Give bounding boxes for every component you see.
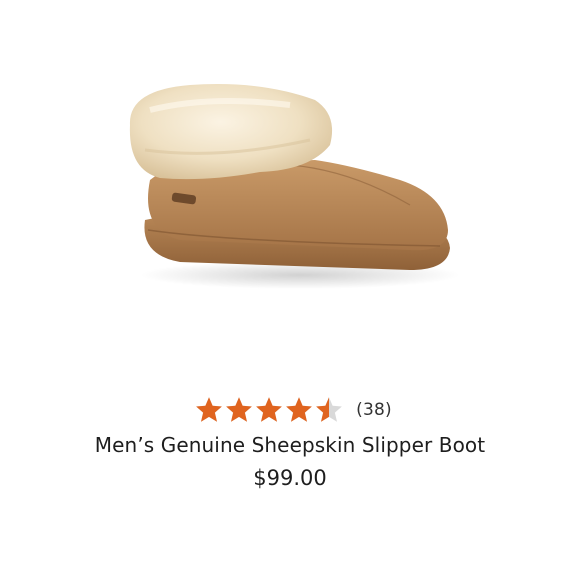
star-rating — [194, 395, 344, 425]
product-image[interactable] — [110, 70, 470, 310]
star-icon — [226, 397, 253, 422]
product-card[interactable]: (38) Men’s Genuine Sheepskin Slipper Boo… — [0, 0, 580, 580]
star-icon — [286, 397, 313, 422]
star-icon — [316, 397, 343, 422]
product-title[interactable]: Men’s Genuine Sheepskin Slipper Boot — [0, 433, 580, 457]
star-icon — [256, 397, 283, 422]
product-price: $99.00 — [253, 466, 327, 490]
rating-row[interactable]: (38) — [0, 392, 580, 428]
star-icon — [196, 397, 223, 422]
review-count-link[interactable]: (38) — [356, 400, 392, 420]
